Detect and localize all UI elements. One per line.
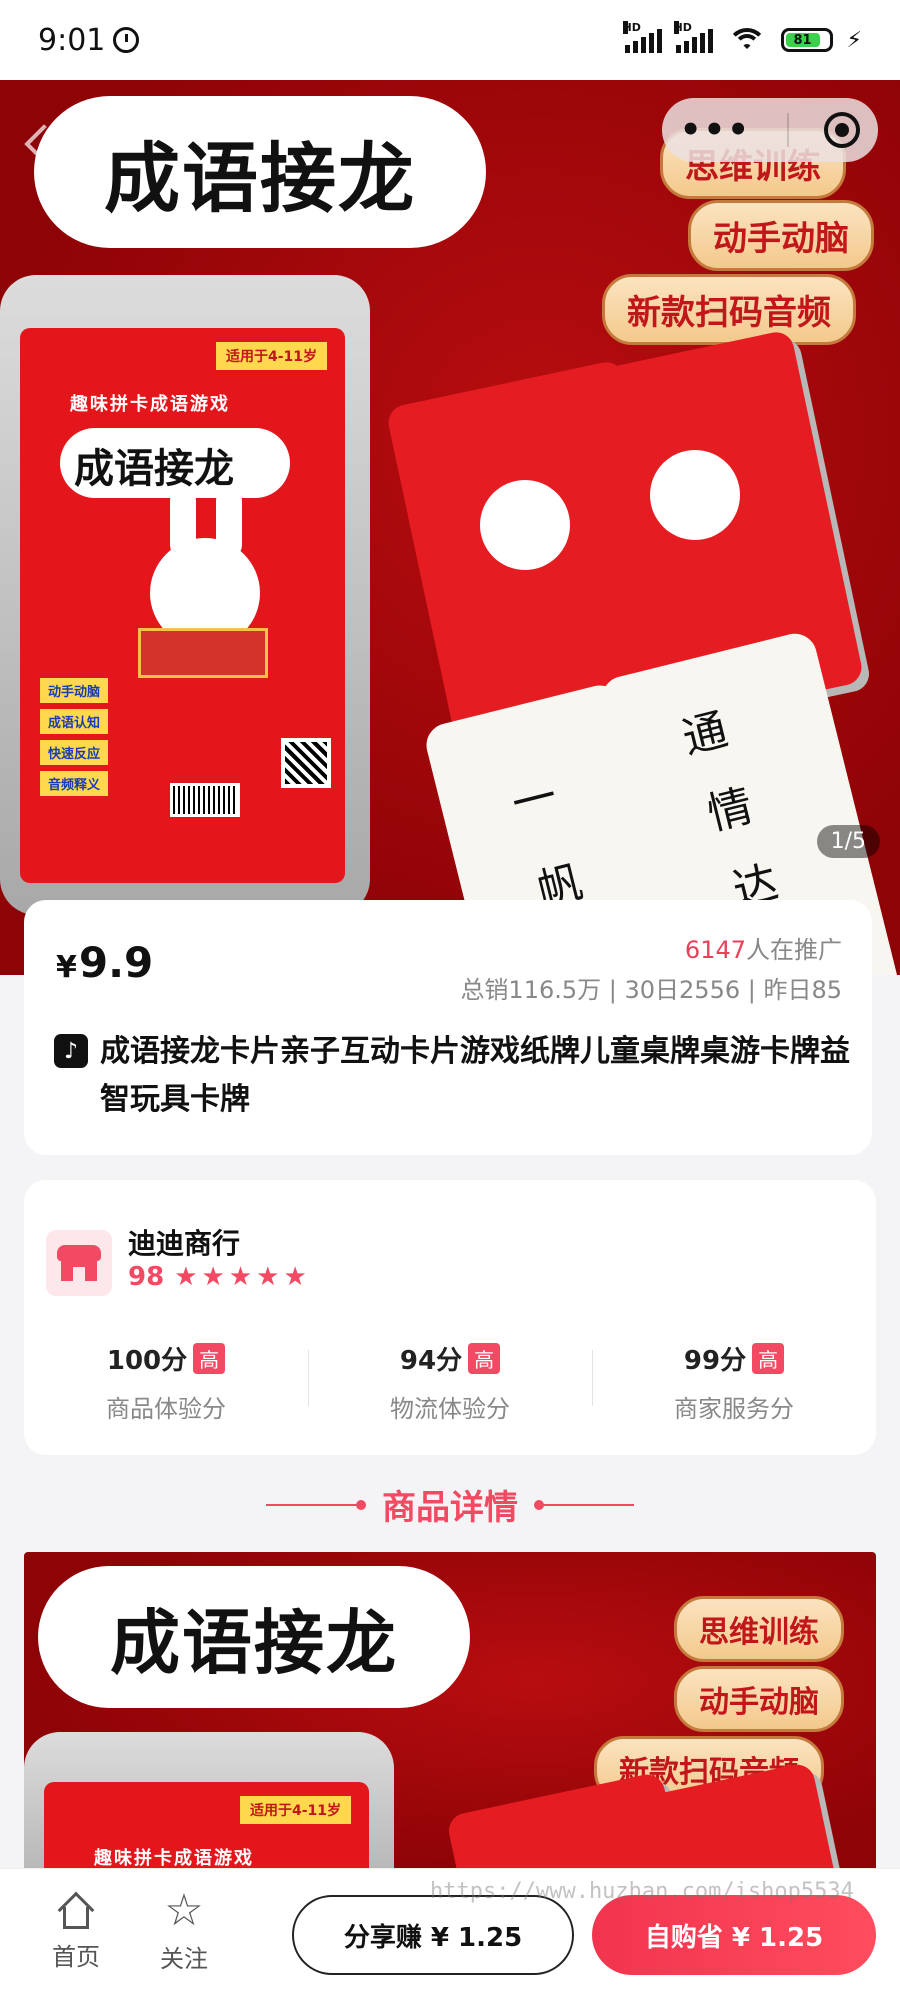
metric-badge: 高 bbox=[468, 1343, 501, 1374]
price-card: ¥ 9.9 6147人在推广 总销116.5万 | 30日2556 | 昨日85… bbox=[24, 900, 872, 1155]
metric-value: 94分 bbox=[399, 1346, 463, 1376]
hero-title-cloud: 成语接龙 bbox=[40, 102, 480, 242]
star-icon: ★ bbox=[174, 1262, 198, 1292]
tiktok-icon: ♪ bbox=[54, 1034, 88, 1068]
status-time: 9:01 bbox=[38, 22, 140, 58]
signal-hd-label: HD bbox=[673, 21, 692, 34]
carousel-page-indicator: 1/5 bbox=[816, 825, 880, 858]
price-value: 9.9 bbox=[78, 938, 154, 987]
box-title: 成语接龙 bbox=[74, 445, 234, 492]
clock-text: 9:01 bbox=[38, 22, 106, 58]
signal-icon: HD bbox=[622, 21, 662, 53]
status-icons: HD HD 81 ⚡ bbox=[622, 21, 862, 54]
barcode-icon bbox=[170, 783, 240, 817]
qr-code-icon bbox=[281, 738, 331, 788]
store-card[interactable]: 迪迪商行 98 ★ ★ ★ ★ ★ 100分高 商品体验分 94分高 物流体验分… bbox=[24, 1180, 876, 1455]
close-miniprogram-icon[interactable] bbox=[824, 112, 861, 148]
feature-label: 快速反应 bbox=[40, 740, 109, 765]
self-buy-button[interactable]: 自购省 ¥ 1.25 bbox=[592, 1895, 876, 1975]
detail-title-cloud: 成语接龙 bbox=[44, 1572, 464, 1702]
detail-header-text: 商品详情 bbox=[382, 1488, 518, 1528]
divider bbox=[534, 1499, 634, 1510]
metric-badge: 高 bbox=[193, 1343, 226, 1374]
battery-level: 81 bbox=[785, 33, 820, 48]
product-title: ♪ 成语接龙卡片亲子互动卡片游戏纸牌儿童桌牌桌游卡牌益智玩具卡牌 bbox=[54, 1028, 854, 1124]
store-score-value: 98 bbox=[128, 1262, 165, 1292]
product-image-carousel[interactable]: 成语接龙 思维训练 动手动脑 新款扫码音频 ••• 适用于4-11岁 趣味拼卡成… bbox=[0, 80, 900, 975]
product-box-label: 适用于4-11岁 趣味拼卡成语游戏 成语接龙 动手动脑 成语认知 快速反应 音频… bbox=[20, 328, 345, 883]
detail-tag: 动手动脑 bbox=[674, 1666, 844, 1732]
alarm-icon bbox=[113, 27, 140, 53]
detail-box-age: 适用于4-11岁 bbox=[239, 1796, 351, 1824]
nav-follow-label: 关注 bbox=[160, 1945, 208, 1973]
feature-label: 成语认知 bbox=[40, 709, 109, 734]
sales-stats: 总销116.5万 | 30日2556 | 昨日85 bbox=[460, 976, 842, 1004]
metric-product-experience: 100分高 商品体验分 bbox=[24, 1340, 308, 1424]
star-icon: ★ bbox=[283, 1262, 307, 1292]
metric-logistics-experience: 94分高 物流体验分 bbox=[308, 1340, 592, 1424]
metric-value: 99分 bbox=[683, 1346, 747, 1376]
nav-home[interactable]: 首页 bbox=[36, 1889, 116, 1972]
hero-title: 成语接龙 bbox=[104, 134, 416, 223]
watermark-text: https://www.huzhan.com/ishop5534 bbox=[430, 1879, 854, 1904]
detail-image: 成语接龙 思维训练 动手动脑 新款扫码音频 适用于4-11岁 趣味拼卡成语游戏 bbox=[24, 1552, 876, 1872]
product-price: ¥ 9.9 bbox=[56, 938, 153, 987]
charging-icon: ⚡ bbox=[846, 27, 862, 53]
detail-tag: 思维训练 bbox=[674, 1596, 844, 1662]
box-features: 动手动脑 成语认知 快速反应 音频释义 bbox=[40, 678, 109, 796]
nav-home-label: 首页 bbox=[52, 1943, 100, 1971]
product-title-text: 成语接龙卡片亲子互动卡片游戏纸牌儿童桌牌桌游卡牌益智玩具卡牌 bbox=[100, 1034, 850, 1117]
detail-box-subtitle: 趣味拼卡成语游戏 bbox=[94, 1848, 254, 1869]
box-age: 适用于4-11岁 bbox=[215, 342, 327, 370]
price-currency: ¥ bbox=[56, 950, 77, 985]
share-earn-button[interactable]: 分享赚 ¥ 1.25 bbox=[292, 1895, 574, 1975]
star-icon: ★ bbox=[201, 1262, 225, 1292]
store-logo bbox=[46, 1230, 112, 1296]
hero-tag: 动手动脑 bbox=[688, 200, 874, 271]
detail-image-title: 成语接龙 bbox=[110, 1600, 398, 1684]
nav-follow[interactable]: ☆ 关注 bbox=[144, 1889, 224, 1974]
card-char: 通 bbox=[677, 704, 733, 765]
metric-label: 商品体验分 bbox=[106, 1395, 226, 1423]
divider bbox=[266, 1499, 366, 1510]
signal-icon: HD bbox=[673, 21, 713, 53]
promoters-suffix: 人在推广 bbox=[746, 936, 842, 964]
metric-label: 物流体验分 bbox=[390, 1395, 510, 1423]
mini-program-capsule: ••• bbox=[662, 98, 878, 162]
metric-label: 商家服务分 bbox=[674, 1395, 794, 1423]
promoters-number: 6147 bbox=[684, 936, 746, 964]
feature-label: 音频释义 bbox=[40, 771, 109, 796]
store-rating: 98 ★ ★ ★ ★ ★ bbox=[128, 1262, 307, 1292]
wifi-icon bbox=[726, 26, 767, 54]
star-outline-icon: ☆ bbox=[164, 1885, 204, 1936]
bottom-action-bar: 首页 ☆ 关注 分享赚 ¥ 1.25 自购省 ¥ 1.25 https://ww… bbox=[0, 1868, 900, 2000]
detail-section-header: 商品详情 bbox=[0, 1480, 900, 1529]
more-icon[interactable]: ••• bbox=[680, 113, 751, 147]
box-subtitle: 趣味拼卡成语游戏 bbox=[70, 394, 230, 415]
hero-tag: 新款扫码音频 bbox=[602, 274, 856, 345]
star-icon: ★ bbox=[228, 1262, 253, 1292]
signal-hd-label: HD bbox=[622, 21, 641, 34]
metric-value: 100分 bbox=[106, 1346, 188, 1376]
store-metrics: 100分高 商品体验分 94分高 物流体验分 99分高 商家服务分 bbox=[24, 1340, 876, 1424]
feature-label: 动手动脑 bbox=[40, 678, 109, 703]
promoters-count: 6147人在推广 bbox=[685, 930, 842, 965]
card-char: 情 bbox=[702, 780, 758, 841]
detail-box-label: 适用于4-11岁 趣味拼卡成语游戏 bbox=[44, 1782, 369, 1872]
metric-badge: 高 bbox=[752, 1343, 785, 1374]
metric-merchant-service: 99分高 商家服务分 bbox=[592, 1340, 876, 1424]
store-name: 迪迪商行 bbox=[128, 1227, 241, 1260]
shop-icon bbox=[57, 1245, 101, 1281]
home-icon bbox=[55, 1889, 97, 1931]
status-bar: 9:01 HD HD 81 ⚡ bbox=[0, 0, 900, 80]
battery-icon: 81 bbox=[780, 28, 833, 52]
star-icon: ★ bbox=[256, 1262, 280, 1292]
card-char: 一 bbox=[506, 770, 562, 831]
